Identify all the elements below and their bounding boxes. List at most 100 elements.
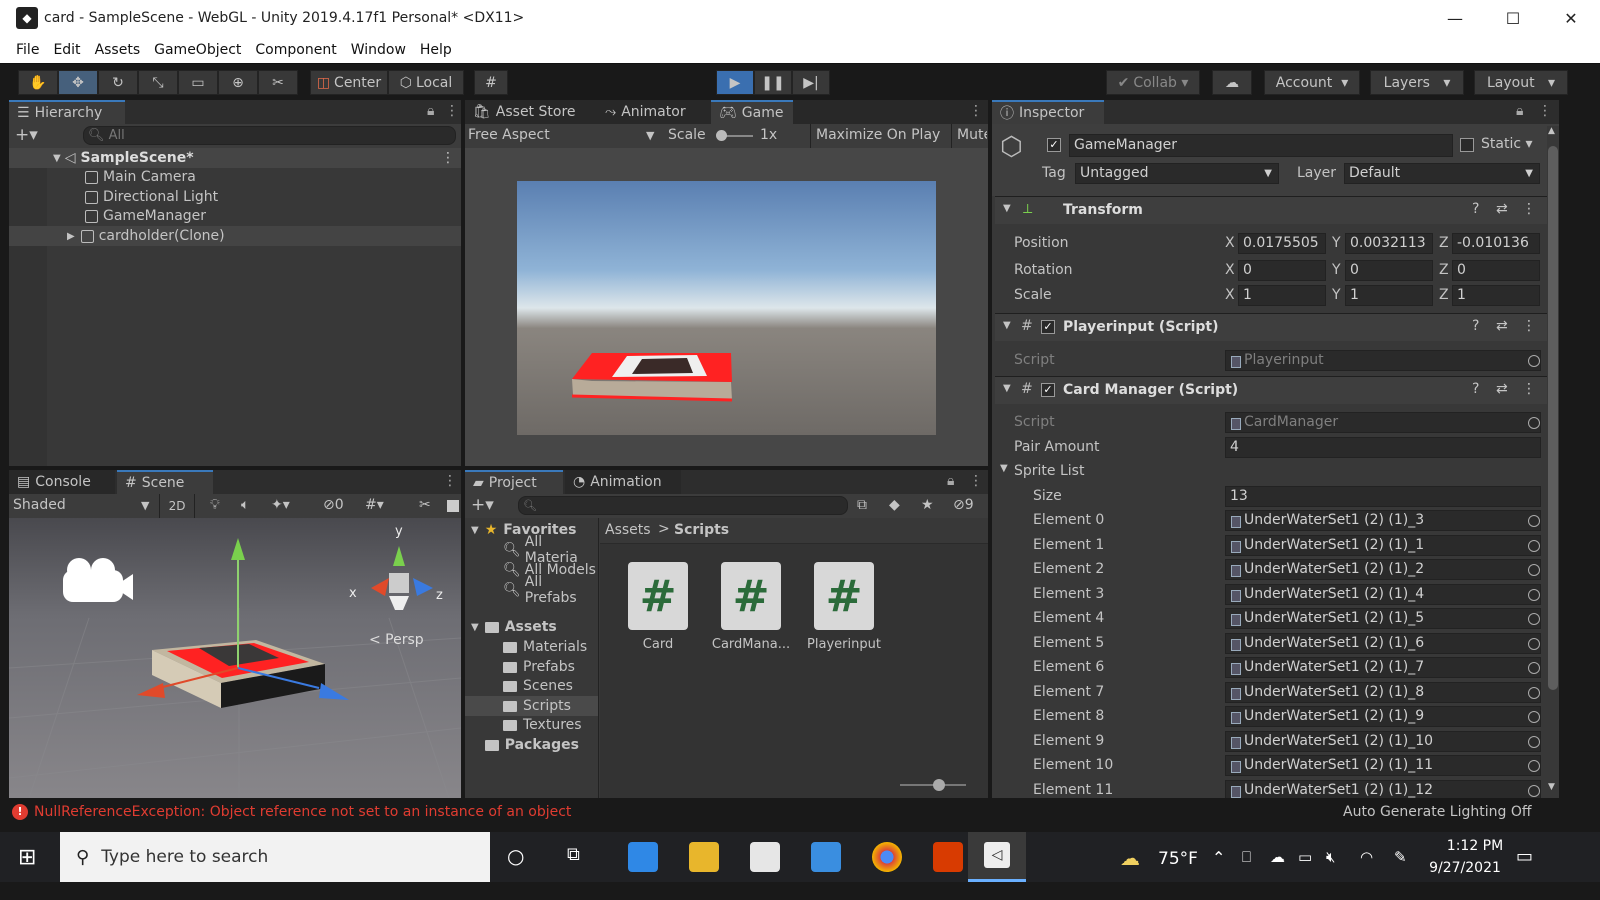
kebab-menu-icon[interactable]: ⋮ — [1538, 103, 1552, 119]
folder-textures[interactable]: Textures — [503, 715, 582, 735]
pivot-center-toggle[interactable]: ◫ Center — [310, 70, 388, 95]
effects-icon[interactable]: ✦▾ — [271, 497, 290, 513]
sprite-list-foldout[interactable]: Sprite List — [1014, 463, 1084, 479]
device-icon[interactable]: ⎕ — [1242, 848, 1251, 866]
script-file-icon[interactable]: # — [628, 562, 688, 630]
layers-dropdown[interactable]: Layers ▾ — [1370, 70, 1464, 95]
rect-tool-icon[interactable]: ▭ — [178, 70, 218, 95]
help-icon[interactable]: ? — [1472, 201, 1479, 217]
kebab-menu-icon[interactable]: ⋮ — [443, 473, 457, 489]
pen-icon[interactable]: ✎ — [1394, 848, 1407, 866]
object-picker-icon[interactable] — [1528, 588, 1540, 601]
presets-icon[interactable]: ⇄ — [1496, 318, 1508, 334]
rotation-y-field[interactable]: 0 — [1345, 260, 1433, 281]
taskbar-search-box[interactable]: ⚲ Type here to search — [60, 832, 490, 882]
chrome-app-icon[interactable] — [872, 842, 902, 872]
notifications-icon[interactable]: ▭ — [1516, 846, 1533, 867]
menu-window[interactable]: Window — [351, 42, 406, 58]
rotation-z-field[interactable]: 0 — [1452, 260, 1540, 281]
folder-materials[interactable]: Materials — [503, 637, 587, 657]
tab-inspector[interactable]: ⓘ Inspector — [992, 100, 1104, 124]
element-sprite-field[interactable]: UnderWaterSet1 (2) (1)_2 — [1225, 559, 1541, 580]
presets-icon[interactable]: ⇄ — [1496, 381, 1508, 397]
playerinput-header[interactable]: ▼ # ✓ Playerinput (Script) ? ⇄ ⋮ — [995, 313, 1555, 341]
element-sprite-field[interactable]: UnderWaterSet1 (2) (1)_10 — [1225, 730, 1541, 752]
file-explorer-app-icon[interactable] — [689, 842, 719, 872]
element-sprite-field[interactable]: UnderWaterSet1 (2) (1)_3 — [1225, 510, 1541, 531]
2d-toggle[interactable]: 2D — [159, 494, 195, 518]
aspect-dropdown[interactable]: Free Aspect ▼ — [468, 127, 658, 143]
object-picker-icon[interactable] — [1528, 564, 1540, 576]
object-picker-icon[interactable] — [1528, 417, 1540, 429]
position-y-field[interactable]: 0.0032113 — [1345, 233, 1433, 254]
scrollbar-thumb[interactable] — [1548, 146, 1558, 690]
component-enabled-checkbox[interactable]: ✓ — [1041, 320, 1055, 334]
object-picker-icon[interactable] — [1528, 686, 1540, 699]
menu-edit[interactable]: Edit — [53, 42, 80, 58]
tab-game[interactable]: 🎮︎ Game — [711, 100, 793, 124]
kebab-menu-icon[interactable]: ⋮ — [969, 103, 983, 119]
battery-icon[interactable]: ▭ — [1298, 848, 1312, 866]
clock-time[interactable]: 1:12 PM — [1440, 838, 1510, 854]
layer-dropdown[interactable]: Default ▼ — [1344, 163, 1540, 184]
tab-console[interactable]: ▤ Console — [9, 470, 115, 494]
tab-animation[interactable]: ◔ Animation — [565, 470, 681, 494]
scene-root-row[interactable]: ▼ ◁ SampleScene* ⋮ — [9, 148, 461, 168]
tab-scene[interactable]: # Scene — [117, 470, 213, 494]
breadcrumb-scripts[interactable]: Scripts — [674, 522, 729, 538]
element-sprite-field[interactable]: UnderWaterSet1 (2) (1)_1 — [1225, 534, 1541, 556]
rotation-x-field[interactable]: 0 — [1238, 260, 1326, 281]
object-name-field[interactable]: GameManager — [1069, 134, 1453, 157]
assets-node[interactable]: ▼ Assets — [471, 617, 557, 637]
packages-node[interactable]: ▶Packages — [471, 735, 579, 755]
grid-toggle-icon[interactable]: #▾ — [365, 497, 384, 513]
collab-dropdown[interactable]: ✔ Collab ▾ — [1106, 70, 1200, 95]
chevron-up-icon[interactable]: ⌃ — [1212, 848, 1225, 867]
game-viewport[interactable] — [517, 181, 936, 435]
hidden-objects-icon[interactable]: ⊘0 — [323, 497, 344, 513]
element-sprite-field[interactable]: UnderWaterSet1 (2) (1)_11 — [1225, 755, 1541, 776]
scale-z-field[interactable]: 1 — [1452, 285, 1540, 306]
breadcrumb-assets[interactable]: Assets — [605, 522, 651, 538]
audio-toggle-icon[interactable]: 🔈︎ — [241, 497, 249, 513]
scale-tool-icon[interactable]: ⤡ — [138, 70, 178, 95]
pause-button[interactable]: ❚❚ — [754, 70, 792, 95]
element-sprite-field[interactable]: UnderWaterSet1 (2) (1)_8 — [1225, 681, 1541, 703]
weather-temperature[interactable]: 75°F — [1158, 849, 1198, 869]
favorite-all-prefabs[interactable]: 🔍︎ All Prefabs — [503, 574, 598, 606]
tag-dropdown[interactable]: Untagged ▼ — [1075, 163, 1279, 184]
object-picker-icon[interactable] — [1528, 515, 1540, 527]
volume-muted-icon[interactable]: 🔇︎ — [1326, 848, 1335, 866]
menu-gameobject[interactable]: GameObject — [154, 42, 241, 58]
object-picker-icon[interactable] — [1528, 355, 1540, 367]
element-sprite-field[interactable]: UnderWaterSet1 (2) (1)_5 — [1225, 608, 1541, 629]
folder-scripts[interactable]: Scripts — [465, 696, 598, 716]
transform-header[interactable]: ▼ ⟂ Transform ? ⇄ ⋮ — [995, 196, 1555, 224]
unity-taskbar-button[interactable]: ◁ — [968, 832, 1026, 882]
position-z-field[interactable]: -0.010136 — [1452, 233, 1540, 254]
scale-y-field[interactable]: 1 — [1345, 285, 1433, 306]
object-picker-icon[interactable] — [1528, 735, 1540, 748]
filter-by-label-icon[interactable]: ◆ — [889, 497, 900, 513]
store-app-icon[interactable] — [750, 842, 780, 872]
favorite-all-materials[interactable]: 🔍︎ All Materia — [503, 534, 598, 566]
account-dropdown[interactable]: Account ▾ — [1264, 70, 1360, 95]
weather-icon[interactable]: ☁ — [1120, 846, 1140, 870]
rotate-tool-icon[interactable]: ↻ — [98, 70, 138, 95]
hierarchy-item-main-camera[interactable]: Main Camera — [85, 167, 196, 187]
tab-animator[interactable]: ⤳ Animator — [597, 100, 709, 124]
lock-icon[interactable]: 🔒︎ — [1516, 103, 1523, 119]
transform-tool-icon[interactable]: ⊕ — [218, 70, 258, 95]
script-file-icon[interactable]: # — [814, 562, 874, 630]
element-sprite-field[interactable]: UnderWaterSet1 (2) (1)_7 — [1225, 657, 1541, 678]
maximize-button[interactable]: ☐ — [1484, 0, 1542, 36]
scale-slider-handle[interactable] — [716, 130, 727, 141]
layout-dropdown[interactable]: Layout ▾ — [1474, 70, 1568, 95]
menu-assets[interactable]: Assets — [95, 42, 141, 58]
presets-icon[interactable]: ⇄ — [1496, 201, 1508, 217]
create-dropdown[interactable]: +▾ — [471, 495, 494, 515]
component-kebab-icon[interactable]: ⋮ — [1522, 381, 1536, 397]
shading-dropdown[interactable]: Shaded ▼ — [13, 497, 153, 513]
hierarchy-item-directional-light[interactable]: Directional Light — [85, 187, 218, 207]
folder-prefabs[interactable]: Prefabs — [503, 657, 575, 677]
